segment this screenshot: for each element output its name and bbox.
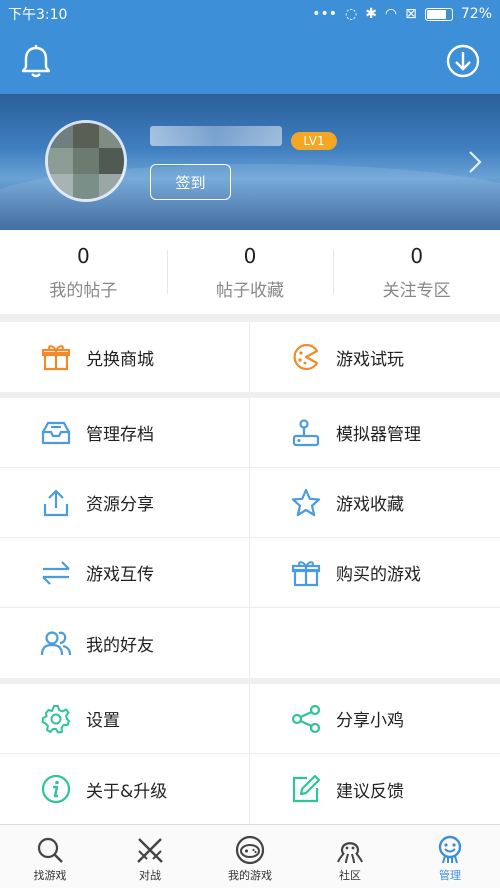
swords-icon (135, 833, 165, 867)
chevron-right-icon[interactable] (468, 150, 482, 178)
dots-icon: ••• (312, 6, 337, 22)
signin-button[interactable]: 签到 (150, 164, 231, 200)
menu-group-manage: 管理存档 模拟器管理 资源分享 游戏收藏 游戏互传 购买的游戏 我的好友 (0, 398, 500, 678)
status-bar: 下午3:10 ••• ◌ ✱ ◠ ⊠ 72% (0, 0, 500, 28)
download-icon[interactable] (446, 44, 480, 82)
gift-icon (40, 341, 72, 373)
menu-game-trial[interactable]: 游戏试玩 (250, 322, 500, 392)
bottom-tab-bar: 找游戏 对战 我的游戏 社区 管理 (0, 824, 500, 888)
tab-battle[interactable]: 对战 (100, 825, 200, 888)
game-trial-icon (290, 341, 322, 373)
menu-game-favorites[interactable]: 游戏收藏 (250, 468, 500, 537)
tab-community[interactable]: 社区 (300, 825, 400, 888)
sync-icon: ◌ (344, 6, 358, 22)
battery-percent: 72% (460, 6, 492, 22)
upload-icon (40, 487, 72, 519)
level-badge: LV1 (291, 132, 337, 150)
avatar[interactable] (45, 120, 127, 202)
battery-icon (424, 7, 453, 21)
bluetooth-icon: ✱ (365, 6, 377, 22)
status-time: 下午3:10 (8, 7, 68, 23)
sim-icon: ⊠ (405, 6, 417, 22)
stat-followed-zones[interactable]: 0 关注专区 (333, 230, 500, 314)
search-icon (36, 833, 64, 867)
info-icon (40, 773, 72, 805)
joystick-icon (290, 417, 322, 449)
menu-group-system: 设置 分享小鸡 关于&升级 建议反馈 (0, 684, 500, 824)
share-icon (290, 703, 322, 735)
gift-box-icon (290, 557, 322, 589)
octopus-icon (335, 833, 365, 867)
top-app-bar (0, 28, 500, 94)
username-blurred (150, 126, 282, 146)
friends-icon (40, 627, 72, 659)
mascot-icon (435, 833, 465, 867)
menu-resource-share[interactable]: 资源分享 (0, 468, 250, 537)
stat-my-posts[interactable]: 0 我的帖子 (0, 230, 167, 314)
menu-share-xiaoji[interactable]: 分享小鸡 (250, 684, 500, 753)
menu-exchange-mall[interactable]: 兑换商城 (0, 322, 250, 392)
wifi-icon: ◠ (384, 6, 398, 22)
menu-about-upgrade[interactable]: 关于&升级 (0, 754, 250, 824)
menu-emulator-manage[interactable]: 模拟器管理 (250, 398, 500, 467)
profile-header[interactable]: LV1 签到 (0, 94, 500, 230)
menu-group-shop: 兑换商城 游戏试玩 (0, 322, 500, 392)
transfer-arrows-icon (40, 557, 72, 589)
menu-manage-saves[interactable]: 管理存档 (0, 398, 250, 467)
star-icon (290, 487, 322, 519)
menu-game-transfer[interactable]: 游戏互传 (0, 538, 250, 607)
bell-icon[interactable] (20, 44, 52, 82)
tab-find-games[interactable]: 找游戏 (0, 825, 100, 888)
tab-manage[interactable]: 管理 (400, 825, 500, 888)
gamepad-icon (234, 833, 266, 867)
menu-empty-cell (250, 608, 500, 678)
stat-post-favorites[interactable]: 0 帖子收藏 (166, 230, 334, 314)
tab-my-games[interactable]: 我的游戏 (200, 825, 300, 888)
menu-purchased-games[interactable]: 购买的游戏 (250, 538, 500, 607)
inbox-tray-icon (40, 417, 72, 449)
stats-bar: 0 我的帖子 0 帖子收藏 0 关注专区 (0, 230, 500, 314)
menu-my-friends[interactable]: 我的好友 (0, 608, 250, 678)
edit-icon (290, 773, 322, 805)
menu-settings[interactable]: 设置 (0, 684, 250, 753)
gear-icon (40, 703, 72, 735)
menu-feedback[interactable]: 建议反馈 (250, 754, 500, 824)
